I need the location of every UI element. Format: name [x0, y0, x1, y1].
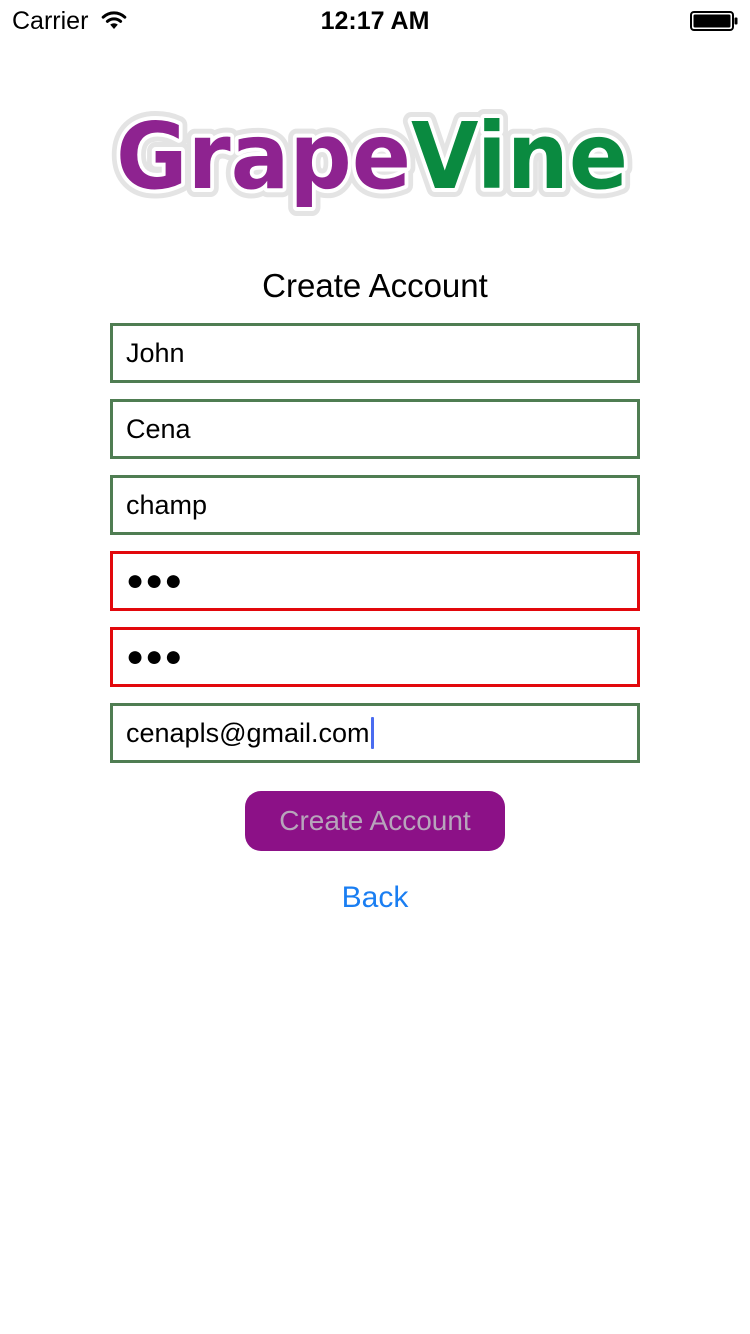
status-bar: Carrier 12:17 AM	[0, 0, 750, 40]
text-cursor	[370, 716, 374, 749]
username-field[interactable]: champ	[110, 475, 640, 535]
confirm-password-field[interactable]: ●●●	[110, 627, 640, 687]
email-value: cenapls@gmail.com	[126, 718, 370, 748]
confirm-password-value: ●●●	[126, 640, 184, 673]
email-value-wrapper: cenapls@gmail.com	[126, 706, 374, 760]
logo-grape: Grape	[116, 103, 411, 210]
last-name-field[interactable]: Cena	[110, 399, 640, 459]
battery-full-icon	[690, 11, 738, 31]
email-field[interactable]: cenapls@gmail.com	[110, 703, 640, 763]
first-name-value: John	[126, 338, 185, 368]
create-account-button[interactable]: Create Account	[245, 791, 505, 851]
page-title: Create Account	[262, 267, 488, 304]
password-field[interactable]: ●●●	[110, 551, 640, 611]
svg-text:GrapeVine: GrapeVine	[116, 103, 628, 210]
username-value: champ	[126, 490, 208, 520]
last-name-value: Cena	[126, 414, 191, 444]
first-name-field[interactable]: John	[110, 323, 640, 383]
back-button[interactable]: Back	[0, 878, 750, 918]
logo-vine: Vine	[411, 103, 628, 210]
status-time: 12:17 AM	[320, 7, 430, 35]
password-value: ●●●	[126, 564, 184, 597]
grapevine-logo: GrapeVine GrapeVine GrapeVine	[107, 96, 637, 219]
